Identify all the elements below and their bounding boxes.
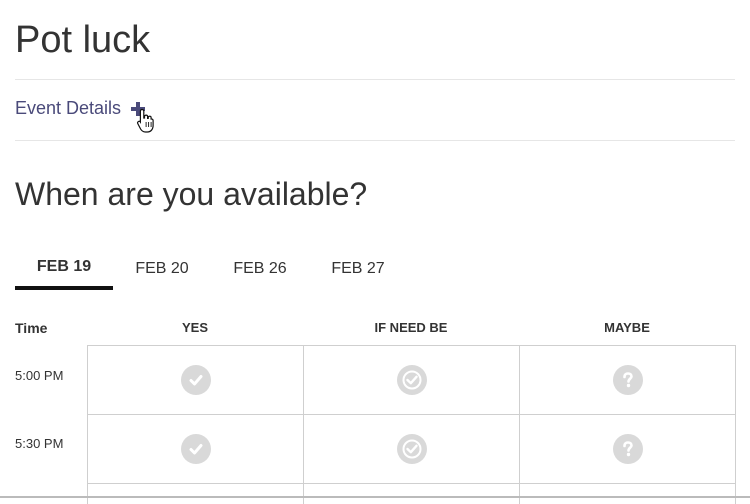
check-circle-outline-icon	[396, 434, 427, 464]
maybe-column-header: MAYBE	[604, 320, 650, 335]
yes-cell[interactable]	[88, 346, 304, 414]
tab-feb-26[interactable]: FEB 26	[211, 248, 309, 290]
hand-cursor-icon	[137, 108, 154, 133]
check-circle-icon	[180, 434, 211, 464]
table-row	[88, 414, 736, 483]
divider	[15, 140, 735, 141]
if-need-be-column-header: IF NEED BE	[374, 320, 448, 335]
event-details-label: Event Details	[15, 98, 122, 118]
yes-cell[interactable]	[88, 415, 304, 483]
tab-feb-19[interactable]: FEB 19	[15, 248, 113, 290]
if-need-be-cell[interactable]	[304, 484, 520, 504]
if-need-be-cell[interactable]	[304, 346, 520, 414]
maybe-cell[interactable]	[520, 484, 736, 504]
yes-cell[interactable]	[88, 484, 304, 504]
time-slot-label: 5:30 PM	[15, 436, 64, 451]
table-row	[88, 483, 736, 504]
time-slot-label: 5:00 PM	[15, 368, 64, 383]
tab-feb-20[interactable]: FEB 20	[113, 248, 211, 290]
divider	[15, 79, 735, 80]
time-column-header: Time	[15, 320, 48, 336]
yes-column-header: YES	[181, 320, 208, 335]
check-circle-outline-icon	[396, 365, 427, 395]
window-bottom-edge	[0, 496, 750, 498]
availability-heading: When are you available?	[15, 176, 368, 212]
maybe-cell[interactable]	[520, 346, 736, 414]
table-row	[88, 345, 736, 414]
maybe-cell[interactable]	[520, 415, 736, 483]
availability-grid	[87, 345, 736, 504]
date-tabs: FEB 19 FEB 20 FEB 26 FEB 27	[15, 248, 407, 290]
check-circle-icon	[180, 365, 211, 395]
if-need-be-cell[interactable]	[304, 415, 520, 483]
tab-feb-27[interactable]: FEB 27	[309, 248, 407, 290]
question-circle-icon	[612, 365, 643, 395]
question-circle-icon	[612, 434, 643, 464]
page-title: Pot luck	[15, 19, 151, 61]
event-details-toggle[interactable]: Event Details	[15, 98, 146, 119]
